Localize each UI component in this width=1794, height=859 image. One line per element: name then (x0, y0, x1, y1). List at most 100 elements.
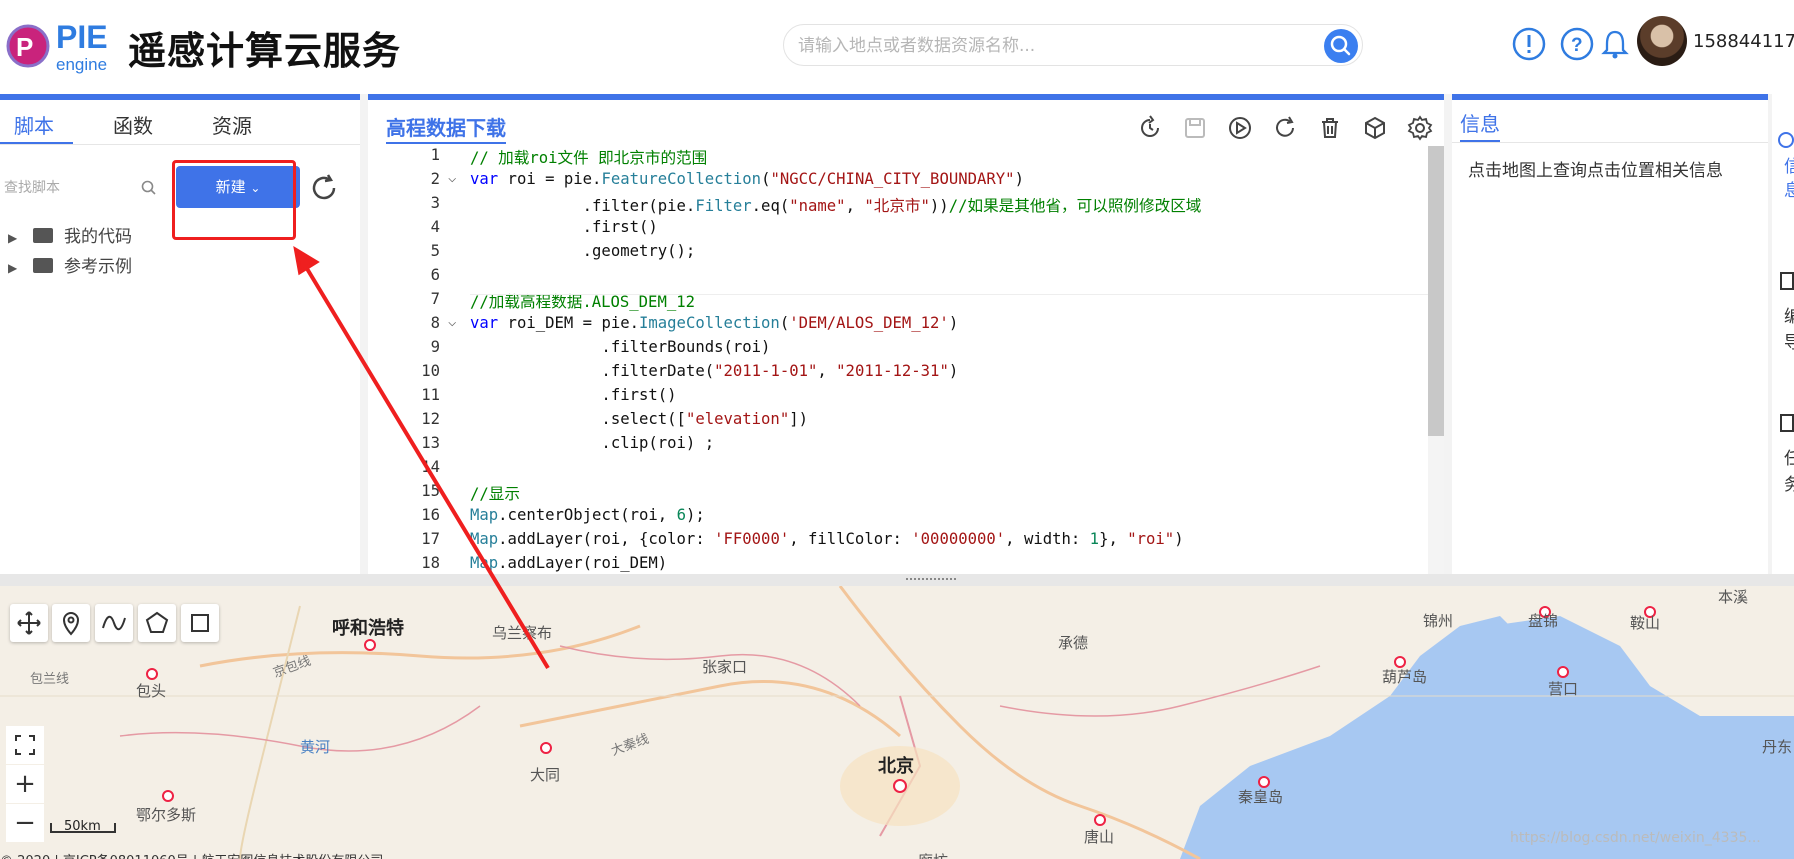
line-number: 5 (430, 242, 440, 260)
side-label: 务 (1784, 475, 1794, 495)
line-number: 15 (421, 482, 440, 500)
map-label: 包头 (136, 682, 167, 700)
code-line: .filterBounds(roi) (470, 338, 771, 356)
side-label: 导 (1784, 333, 1794, 353)
layers-icon[interactable] (1780, 272, 1794, 290)
tab-scripts[interactable]: 脚本 (14, 110, 54, 139)
code-editor-panel: 高程数据下载 1 2 3 4 5 6 7 8 9 10 11 12 13 14 … (368, 94, 1444, 580)
code-line: .first() (470, 218, 658, 236)
search-icon[interactable] (140, 179, 158, 197)
notifications-button[interactable] (1598, 27, 1632, 61)
info-circle-icon[interactable] (1778, 132, 1794, 148)
zoom-in-button[interactable]: + (6, 765, 44, 803)
line-number: 9 (430, 338, 440, 356)
location-search-input[interactable] (798, 33, 1298, 59)
map-label: 廊坊 (918, 850, 948, 859)
tree-item-examples[interactable]: ▶ 参考示例 (8, 252, 132, 277)
logo-text: PIE (56, 19, 108, 55)
reload-button[interactable] (1271, 114, 1299, 142)
rectangle-icon (191, 614, 209, 632)
tab-functions[interactable]: 函数 (113, 110, 153, 139)
line-number: 12 (421, 410, 440, 428)
map-label: 营口 (1548, 680, 1579, 698)
map-label-river: 黄河 (300, 738, 331, 756)
line-number: 17 (421, 530, 440, 548)
code-line: .first() (470, 386, 677, 404)
drag-handle-icon[interactable] (906, 578, 956, 582)
model-button[interactable] (1361, 114, 1389, 142)
history-button[interactable] (1136, 114, 1164, 142)
line-number: 8 (430, 314, 440, 332)
editor-title: 高程数据下载 (386, 116, 506, 140)
line-number: 1 (430, 146, 440, 164)
tree-item-my-code[interactable]: ▶ 我的代码 (8, 222, 132, 247)
tab-resources[interactable]: 资源 (212, 110, 252, 139)
task-icon[interactable] (1780, 414, 1794, 432)
save-icon (1185, 118, 1205, 138)
code-line: Map.centerObject(roi, 6); (470, 506, 705, 524)
line-number: 3 (430, 194, 440, 212)
app-title: 遥感计算云服务 (128, 29, 402, 73)
map-label: 丹东 (1762, 738, 1793, 756)
right-toolbar: 信 息 编 导 任 务 (1772, 94, 1794, 574)
settings-button[interactable] (1406, 114, 1434, 142)
zoom-out-button[interactable]: − (6, 804, 44, 842)
map-label: 本溪 (1718, 588, 1749, 606)
fold-chevron-icon[interactable]: ⌵ (448, 314, 456, 330)
fold-chevron-icon[interactable]: ⌵ (448, 170, 456, 186)
bell-icon (1601, 30, 1629, 59)
pan-tool-button[interactable] (10, 604, 48, 642)
scale-label: 50km (64, 819, 101, 834)
help-button[interactable]: ? (1560, 27, 1594, 61)
save-button[interactable] (1181, 114, 1209, 142)
code-area[interactable]: 1 2 3 4 5 6 7 8 9 10 11 12 13 14 15 16 1… (368, 146, 1428, 580)
help-icon: ? (1560, 27, 1594, 61)
info-panel: 信息 点击地图上查询点击位置相关信息 (1452, 94, 1768, 574)
line-tool-button[interactable] (95, 604, 133, 642)
tab-divider (0, 144, 360, 145)
side-label: 信 (1784, 157, 1794, 177)
code-line: .clip(roi) ; (470, 434, 715, 452)
rectangle-tool-button[interactable] (181, 604, 219, 642)
code-line: var roi = pie.FeatureCollection("NGCC/CH… (470, 170, 1024, 188)
map-label-city: 北京 (878, 756, 914, 777)
delete-button[interactable] (1316, 114, 1344, 142)
run-button[interactable] (1226, 114, 1254, 142)
line-number: 18 (421, 554, 440, 572)
caret-right-icon: ▶ (8, 261, 18, 275)
map-label: 唐山 (1084, 828, 1115, 846)
code-line: Map.addLayer(roi_DEM) (470, 554, 668, 572)
map-label: 鞍山 (1630, 614, 1661, 632)
refresh-button[interactable] (308, 172, 340, 204)
current-line-highlight (470, 294, 1428, 295)
map-label: 承德 (1058, 634, 1089, 652)
search-icon (1330, 35, 1351, 56)
tab-info[interactable]: 信息 (1460, 108, 1500, 137)
move-icon (17, 611, 41, 635)
svg-text:?: ? (1571, 35, 1583, 56)
code-line: // 加载roi文件 即北京市的范围 (470, 149, 708, 167)
polygon-tool-button[interactable] (138, 604, 176, 642)
username[interactable]: 15884411727 (1693, 31, 1794, 52)
line-number: 13 (421, 434, 440, 452)
map-label: 鄂尔多斯 (136, 806, 197, 824)
editor-scrollbar-thumb[interactable] (1428, 146, 1444, 436)
app-root: P PIE engine 遥感计算云服务 请输入地点或者数据资源名称... ? … (0, 0, 1794, 859)
folder-icon (32, 258, 53, 273)
panel-splitter[interactable] (0, 574, 1794, 586)
map-view[interactable]: + − 呼和浩特 北京 乌兰察布 张家口 承德 锦州 盘锦 鞍山 本溪 葫芦岛 … (0, 586, 1794, 859)
line-number: 14 (421, 458, 440, 476)
reload-icon (1276, 116, 1294, 137)
search-button[interactable] (1324, 29, 1358, 63)
notice-button[interactable] (1512, 27, 1546, 61)
side-label: 任 (1784, 449, 1794, 469)
fullscreen-button[interactable] (6, 726, 44, 764)
map-label: 秦皇岛 (1238, 788, 1284, 806)
avatar[interactable] (1637, 16, 1687, 66)
map-label-railway: 包兰线 (30, 672, 70, 687)
svg-text:P: P (16, 32, 33, 62)
watermark: https://blog.csdn.net/weixin_4335... (1510, 830, 1761, 846)
gear-icon (1407, 115, 1433, 141)
svg-text:engine: engine (56, 55, 107, 74)
marker-tool-button[interactable] (52, 604, 90, 642)
